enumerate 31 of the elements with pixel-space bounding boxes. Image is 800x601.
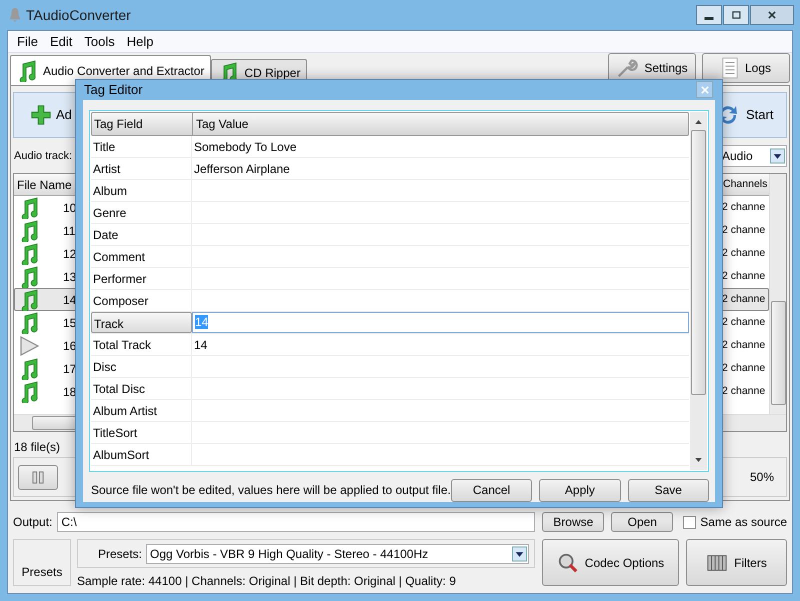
table-cell-text: 14 xyxy=(193,336,208,354)
table-cell: Composer xyxy=(91,290,192,310)
table-cell: Disc xyxy=(91,356,192,376)
table-cell: Album Artist xyxy=(91,400,192,420)
checkbox-label: Same as source xyxy=(700,514,788,531)
audio-track-label: Audio track: xyxy=(14,148,72,164)
table-cell: Album xyxy=(91,180,192,200)
table-cell: Title xyxy=(91,136,192,156)
window-title: TAudioConverter xyxy=(26,6,131,24)
table-cell: Comment xyxy=(91,246,192,266)
output-label: Output: xyxy=(13,514,52,531)
table-cell: Artist xyxy=(91,158,192,178)
table-cell: TitleSort xyxy=(91,422,192,442)
table-cell-text: 12 xyxy=(63,246,77,262)
table-cell: Genre xyxy=(91,202,192,222)
table-cell-text: 11 xyxy=(63,222,76,240)
table-cell-text: 14 xyxy=(63,292,77,308)
presets-info: Sample rate: 44100 | Channels: Original | Bit depth: Original | Quality: 9 xyxy=(77,573,457,590)
table-cell: Date xyxy=(91,224,192,244)
table-cell: AlbumSort xyxy=(91,444,192,464)
progress-percent: 50% xyxy=(750,469,774,486)
presets-label: Presets: xyxy=(98,546,142,562)
file-count: 18 file(s) xyxy=(14,439,62,454)
table-cell: Total Track xyxy=(91,334,192,354)
table-cell-text: Jefferson Airplane xyxy=(193,160,291,178)
table-cell: Total Disc xyxy=(91,378,192,398)
note-text: Source file won't be edited, values here will be applied to output file. xyxy=(91,482,451,499)
table-cell-text: 17 xyxy=(63,360,77,378)
table-cell: Performer xyxy=(91,268,192,288)
table-cell-text: Somebody To Love xyxy=(193,138,298,156)
table-cell: Track xyxy=(91,312,192,332)
